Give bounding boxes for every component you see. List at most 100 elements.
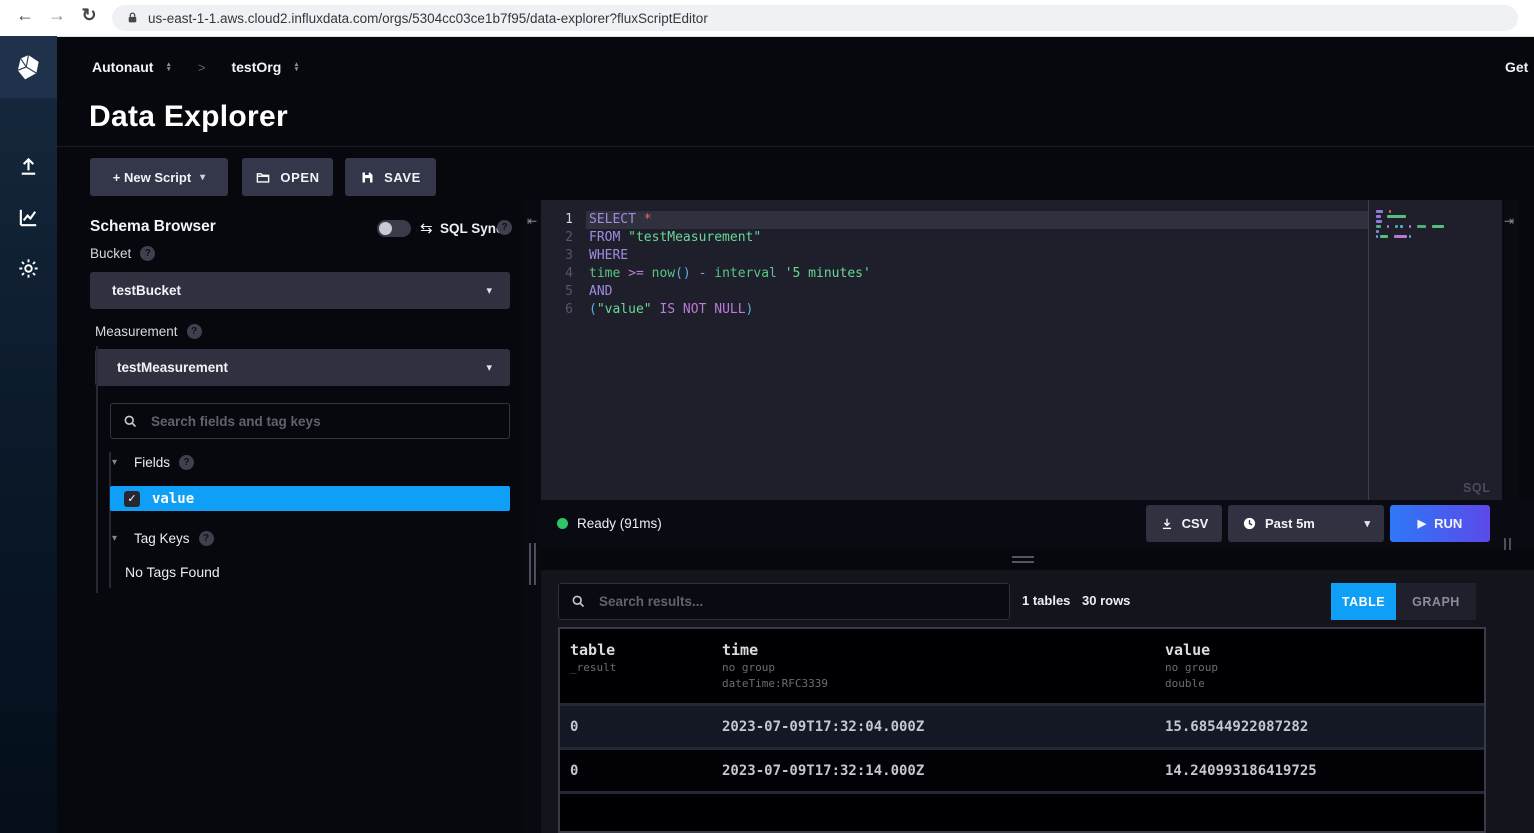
save-disk-icon	[360, 170, 375, 185]
fields-label: Fields	[134, 455, 170, 470]
code-line[interactable]: AND	[586, 283, 1368, 301]
bucket-dropdown[interactable]: testBucket ▾	[90, 272, 510, 309]
chevron-down-icon: ▾	[486, 361, 492, 374]
editor-minimap[interactable]	[1368, 200, 1502, 500]
browser-forward-button[interactable]: →	[42, 5, 72, 26]
result-row: 02023-07-09T17:32:14.000Z14.240993186419…	[560, 747, 1484, 794]
time-range-value: Past 5m	[1265, 516, 1315, 531]
sql-sync-icon: ⇆	[420, 219, 433, 237]
schema-search-input[interactable]	[149, 413, 497, 430]
indent-guide	[109, 452, 111, 588]
address-bar[interactable]: us-east-1-1.aws.cloud2.influxdata.com/or…	[112, 5, 1518, 31]
line-number: 2	[541, 229, 586, 247]
open-script-button[interactable]: OPEN	[242, 158, 333, 196]
line-number: 3	[541, 247, 586, 265]
org-chevrons-icon[interactable]: ▲▼	[165, 62, 171, 72]
tag-keys-help-icon[interactable]: ?	[199, 531, 214, 546]
result-cell: 2023-07-09T17:32:04.000Z	[712, 719, 1155, 735]
line-number: 5	[541, 283, 586, 301]
collapse-panel-left-icon[interactable]: ⇤	[527, 214, 539, 228]
browser-chrome: ← → ↻ us-east-1-1.aws.cloud2.influxdata.…	[0, 0, 1534, 37]
grip-bar	[529, 543, 531, 585]
collapse-panel-right-icon[interactable]: ⇥	[1504, 214, 1514, 228]
time-range-dropdown[interactable]: Past 5m ▾	[1228, 505, 1384, 542]
panel-resize-handle-horizontal[interactable]	[1012, 556, 1034, 566]
collapse-caret-icon[interactable]: ▾	[112, 533, 117, 544]
schema-browser-panel: Schema Browser ⇆ SQL Sync ? Bucket ? tes…	[57, 200, 524, 833]
sql-sync-help-icon[interactable]: ?	[497, 220, 512, 235]
get-started-link[interactable]: Get	[1505, 59, 1528, 75]
sql-sync-toggle[interactable]	[377, 220, 411, 237]
result-cell: 2023-07-09T17:32:14.000Z	[712, 763, 1155, 779]
results-table-header: table_resulttimeno groupdateTime:RFC3339…	[560, 629, 1484, 703]
measurement-value: testMeasurement	[117, 360, 228, 375]
bucket-help-icon[interactable]: ?	[140, 246, 155, 261]
browser-reload-button[interactable]: ↻	[74, 5, 104, 26]
query-status-text: Ready (91ms)	[577, 516, 662, 531]
line-number: 1	[541, 211, 586, 229]
tables-count: 1 tables	[1022, 593, 1070, 608]
bucket-label: Bucket ?	[90, 246, 155, 261]
code-line[interactable]: ("value" IS NOT NULL)	[586, 301, 1368, 319]
settings-gear-icon[interactable]	[0, 257, 57, 280]
collapse-caret-icon[interactable]: ▾	[112, 457, 117, 468]
right-resize-grip[interactable]	[1504, 538, 1511, 550]
code-line[interactable]: SELECT *	[586, 211, 1368, 229]
data-explorer-graph-icon[interactable]	[0, 206, 57, 229]
influxdb-logo[interactable]	[0, 36, 57, 98]
browser-back-button[interactable]: ←	[10, 5, 40, 26]
code-lines[interactable]: SELECT *FROM "testMeasurement"WHEREtime …	[586, 200, 1368, 500]
fields-help-icon[interactable]: ?	[179, 455, 194, 470]
breadcrumb: Autonaut ▲▼ > testOrg ▲▼	[92, 57, 312, 77]
minimap-line	[1376, 225, 1502, 228]
tab-table-view[interactable]: TABLE	[1331, 583, 1396, 620]
org-switcher[interactable]: Autonaut	[92, 59, 153, 75]
header-divider	[57, 146, 1534, 147]
line-number: 6	[541, 301, 586, 319]
result-row: 02023-07-09T17:32:04.000Z15.685449220872…	[560, 703, 1484, 747]
toggle-knob	[379, 222, 392, 235]
measurement-help-icon[interactable]: ?	[187, 324, 202, 339]
minimap-line	[1376, 230, 1502, 233]
folder-icon	[255, 170, 271, 185]
grip-bar	[534, 543, 536, 585]
fields-section: ▾ Fields ?	[112, 455, 194, 470]
panel-resize-handle-vertical[interactable]: ⇤	[524, 200, 541, 833]
tag-keys-section: ▾ Tag Keys ?	[112, 531, 214, 546]
sql-code-editor[interactable]: 123456 SELECT *FROM "testMeasurement"WHE…	[541, 200, 1502, 500]
csv-download-button[interactable]: CSV	[1146, 505, 1222, 542]
url-text: us-east-1-1.aws.cloud2.influxdata.com/or…	[148, 11, 708, 26]
field-item-value[interactable]: ✓ value	[110, 486, 510, 511]
code-line[interactable]: WHERE	[586, 247, 1368, 265]
save-script-button[interactable]: SAVE	[345, 158, 436, 196]
results-search-input[interactable]	[597, 593, 997, 610]
schema-search-box	[110, 403, 510, 439]
value-field-label: value	[152, 491, 194, 507]
minimap-line	[1376, 215, 1502, 218]
results-table: table_resulttimeno groupdateTime:RFC3339…	[558, 627, 1486, 833]
minimap-line	[1376, 235, 1502, 238]
results-search-box	[558, 583, 1010, 620]
run-label: RUN	[1434, 516, 1462, 531]
query-results-panel: 1 tables 30 rows TABLE GRAPH table_resul…	[541, 570, 1534, 833]
new-script-button[interactable]: + New Script ▾	[90, 158, 228, 196]
page-title: Data Explorer	[89, 100, 288, 134]
upload-icon[interactable]	[0, 155, 57, 178]
workspace-chevrons-icon[interactable]: ▲▼	[293, 62, 299, 72]
measurement-dropdown[interactable]: testMeasurement ▾	[95, 349, 510, 386]
result-column-header: table_result	[560, 629, 712, 703]
result-column-header: valueno groupdouble	[1155, 629, 1475, 703]
tab-graph-view[interactable]: GRAPH	[1396, 583, 1476, 620]
view-toggle: TABLE GRAPH	[1331, 583, 1476, 620]
result-cell: 0	[560, 719, 712, 735]
code-line[interactable]: time >= now() - interval '5 minutes'	[586, 265, 1368, 283]
save-label: SAVE	[384, 170, 421, 185]
bucket-value: testBucket	[112, 283, 181, 298]
value-checkbox[interactable]: ✓	[124, 491, 140, 507]
workspace-switcher[interactable]: testOrg	[231, 59, 281, 75]
result-column-header: timeno groupdateTime:RFC3339	[712, 629, 1155, 703]
query-status-bar: Ready (91ms) CSV Past 5m ▾ ▶ RUN	[541, 500, 1534, 547]
rows-count: 30 rows	[1082, 593, 1130, 608]
run-query-button[interactable]: ▶ RUN	[1390, 505, 1490, 542]
code-line[interactable]: FROM "testMeasurement"	[586, 229, 1368, 247]
